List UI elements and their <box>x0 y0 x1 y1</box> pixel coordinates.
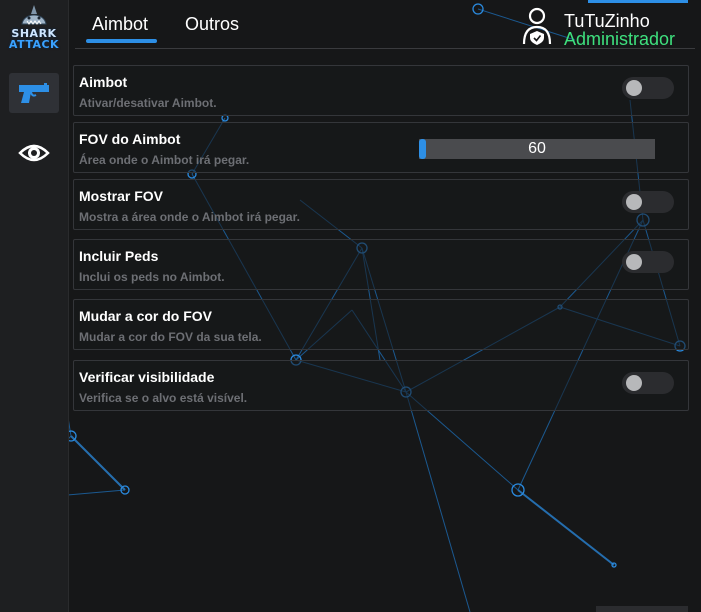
tab-aimbot-indicator <box>86 39 157 43</box>
setting-description: Mudar a cor do FOV da sua tela. <box>79 330 262 344</box>
setting-description: Mostra a área onde o Aimbot irá pegar. <box>79 210 300 224</box>
logo-line2: ATTACK <box>8 38 60 51</box>
fov-value: 60 <box>528 140 546 157</box>
setting-title: FOV do Aimbot <box>79 131 181 147</box>
fov-slider[interactable]: 60 <box>419 139 655 159</box>
setting-description: Ativar/desativar Aimbot. <box>79 96 217 110</box>
user-role: Administrador <box>564 29 676 49</box>
toggle-knob <box>626 80 642 96</box>
toggle-knob <box>626 375 642 391</box>
setting-include-peds: Incluir Peds Inclui os peds no Aimbot. <box>73 239 689 290</box>
setting-fov-color[interactable]: Mudar a cor do FOV Mudar a cor do FOV da… <box>73 299 689 350</box>
show-fov-toggle[interactable] <box>622 191 674 213</box>
setting-fov: FOV do Aimbot Área onde o Aimbot irá peg… <box>73 122 689 173</box>
setting-title: Verificar visibilidade <box>79 369 215 385</box>
sidebar: SHARK ATTACK <box>0 0 69 612</box>
setting-description: Inclui os peds no Aimbot. <box>79 270 225 284</box>
toggle-knob <box>626 254 642 270</box>
sidebar-item-visuals[interactable] <box>9 133 59 173</box>
include-peds-toggle[interactable] <box>622 251 674 273</box>
bottom-scrollbar[interactable] <box>596 606 688 612</box>
user-name: TuTuZinho <box>564 11 650 31</box>
visibility-check-toggle[interactable] <box>622 372 674 394</box>
toggle-knob <box>626 194 642 210</box>
setting-show-fov: Mostrar FOV Mostra a área onde o Aimbot … <box>73 179 689 230</box>
setting-description: Área onde o Aimbot irá pegar. <box>79 153 250 167</box>
setting-title: Mostrar FOV <box>79 188 164 204</box>
user-panel: TuTuZinho Administrador <box>522 7 697 49</box>
shark-icon <box>21 5 47 25</box>
user-shield-icon <box>522 7 552 45</box>
logo: SHARK ATTACK <box>6 4 62 64</box>
tab-aimbot[interactable]: Aimbot <box>92 14 148 35</box>
tab-outros[interactable]: Outros <box>185 14 239 35</box>
eye-icon <box>18 144 50 162</box>
setting-title: Incluir Peds <box>79 248 159 264</box>
pistol-icon <box>19 83 49 103</box>
setting-aimbot: Aimbot Ativar/desativar Aimbot. <box>73 65 689 116</box>
top-accent-bar <box>588 0 688 3</box>
setting-title: Mudar a cor do FOV <box>79 308 213 324</box>
setting-title: Aimbot <box>79 74 128 90</box>
setting-description: Verifica se o alvo está visível. <box>79 391 248 405</box>
menu-window: SHARK ATTACK Aimbot Outros TuTuZinho Adm… <box>0 0 701 612</box>
sidebar-item-aimbot[interactable] <box>9 73 59 113</box>
aimbot-toggle[interactable] <box>622 77 674 99</box>
setting-visibility-check: Verificar visibilidade Verifica se o alv… <box>73 360 689 411</box>
